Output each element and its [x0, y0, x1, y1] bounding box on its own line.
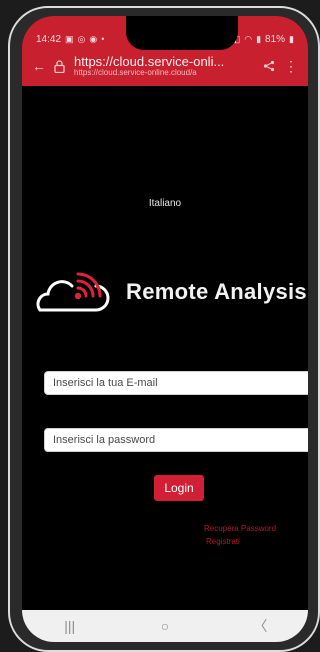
- phone-screen: 14:42 ▣ ◎ ◉ • ⏰ ◧ ◠ ▮ 81% ▮: [22, 16, 308, 642]
- recover-password-link[interactable]: Recupera Password: [204, 524, 276, 533]
- wifi-icon: ◠: [244, 33, 253, 44]
- more-notifications-icon: •: [101, 34, 105, 44]
- address-bar: ← https://cloud.service-onli... https://…: [28, 50, 302, 82]
- instagram-notification-icon: ◎: [77, 33, 86, 44]
- battery-level: 81%: [265, 33, 286, 45]
- url-field[interactable]: https://cloud.service-onli... https://cl…: [74, 55, 258, 77]
- recent-apps-icon[interactable]: |||: [52, 618, 88, 634]
- url-main: https://cloud.service-onli...: [74, 54, 225, 69]
- register-link[interactable]: Registrati: [206, 537, 240, 546]
- share-icon[interactable]: [258, 55, 280, 77]
- chrome-notification-icon: ◉: [89, 33, 98, 44]
- back-arrow-icon[interactable]: ←: [28, 55, 50, 77]
- battery-icon: ▮: [289, 33, 294, 44]
- cloud-wifi-logo-icon: [36, 272, 110, 312]
- brand-name: Remote Analysis: [126, 279, 307, 304]
- android-nav-bar: ||| ○ 〈: [22, 610, 308, 642]
- lock-icon[interactable]: [50, 56, 68, 76]
- language-selector[interactable]: Italiano: [22, 198, 308, 209]
- phone-body: 14:42 ▣ ◎ ◉ • ⏰ ◧ ◠ ▮ 81% ▮: [8, 6, 320, 652]
- kebab-menu-icon[interactable]: ⋮: [280, 55, 302, 77]
- status-time: 14:42: [36, 33, 62, 45]
- gallery-notification-icon: ▣: [65, 33, 74, 44]
- brand-logo: Remote Analysis: [34, 262, 308, 322]
- signal-icon: ▮: [256, 33, 262, 44]
- url-sub: https://cloud.service-online.cloud/a: [74, 68, 197, 77]
- password-field[interactable]: [44, 428, 308, 452]
- home-icon[interactable]: ○: [147, 618, 183, 634]
- camera-notch: [126, 16, 238, 50]
- login-button[interactable]: Login: [154, 475, 204, 501]
- back-nav-icon[interactable]: 〈: [242, 616, 278, 636]
- status-left: 14:42 ▣ ◎ ◉ •: [36, 34, 104, 45]
- email-field[interactable]: [44, 371, 308, 395]
- device-frame: 14:42 ▣ ◎ ◉ • ⏰ ◧ ◠ ▮ 81% ▮: [0, 0, 320, 652]
